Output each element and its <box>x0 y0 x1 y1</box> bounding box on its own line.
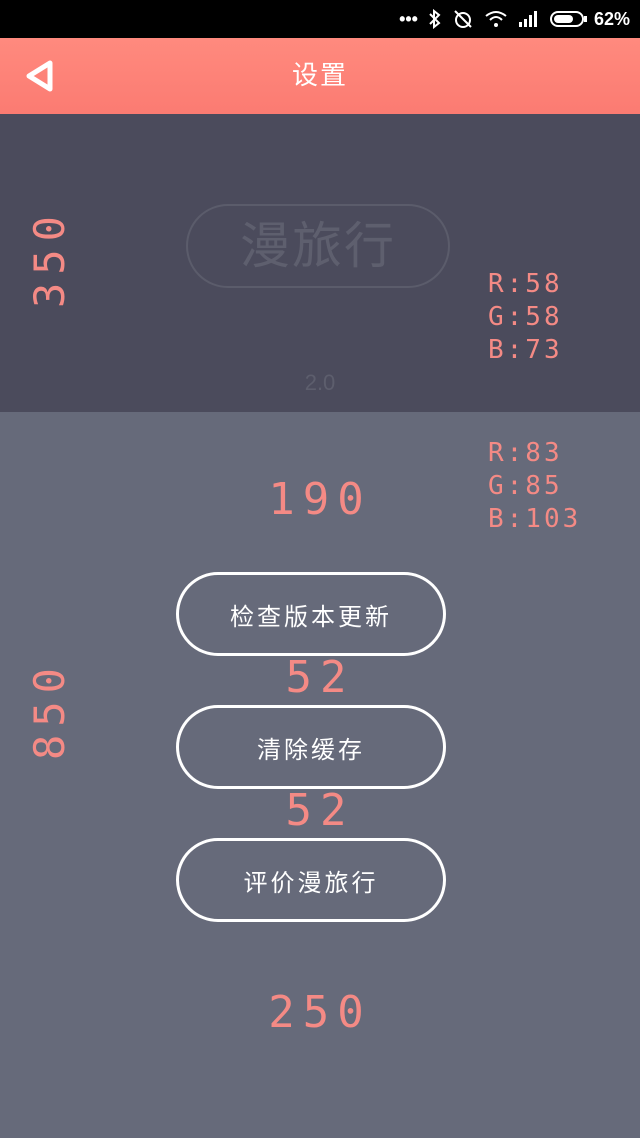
app-logo: 漫旅行 <box>186 204 450 288</box>
battery-icon <box>549 10 588 28</box>
logo-panel: 漫旅行 2.0 <box>0 114 640 412</box>
alarm-off-icon <box>452 8 474 30</box>
top-rgb-b: B:73 <box>488 335 563 365</box>
top-panel-rgb-annotation: R:58 G:58 B:73 <box>488 268 563 367</box>
top-gap-annotation: 190 <box>268 474 372 525</box>
page-title: 设置 <box>291 61 348 91</box>
clear-cache-button[interactable]: 清除缓存 <box>176 705 446 789</box>
nav-bar: 设置 <box>0 38 640 114</box>
bluetooth-icon <box>428 9 442 29</box>
button-gap-annotation-1: 52 <box>285 652 355 703</box>
battery-percent: 62% <box>593 8 630 29</box>
main-panel-rgb-annotation: R:83 G:85 B:103 <box>488 437 581 536</box>
button-gap-annotation-2: 52 <box>285 785 355 836</box>
check-update-button[interactable]: 检查版本更新 <box>176 572 446 656</box>
main-rgb-r: R:83 <box>488 438 563 468</box>
top-rgb-r: R:58 <box>488 269 563 299</box>
top-panel-height-annotation: 350 <box>25 208 74 308</box>
main-panel-height-annotation: 850 <box>25 660 74 760</box>
more-dots-icon: ••• <box>399 8 418 29</box>
top-rgb-g: G:58 <box>488 302 563 332</box>
app-version: 2.0 <box>304 370 336 395</box>
status-icons: ••• 62% <box>399 0 630 38</box>
wifi-icon <box>484 10 508 28</box>
main-rgb-b: B:103 <box>488 504 582 534</box>
bottom-gap-annotation: 250 <box>268 987 372 1038</box>
status-bar: ••• 62% <box>0 0 640 38</box>
main-rgb-g: G:85 <box>488 471 563 501</box>
signal-icon <box>518 10 540 28</box>
rate-app-button[interactable]: 评价漫旅行 <box>176 838 446 922</box>
battery-indicator: 62% <box>549 8 630 30</box>
